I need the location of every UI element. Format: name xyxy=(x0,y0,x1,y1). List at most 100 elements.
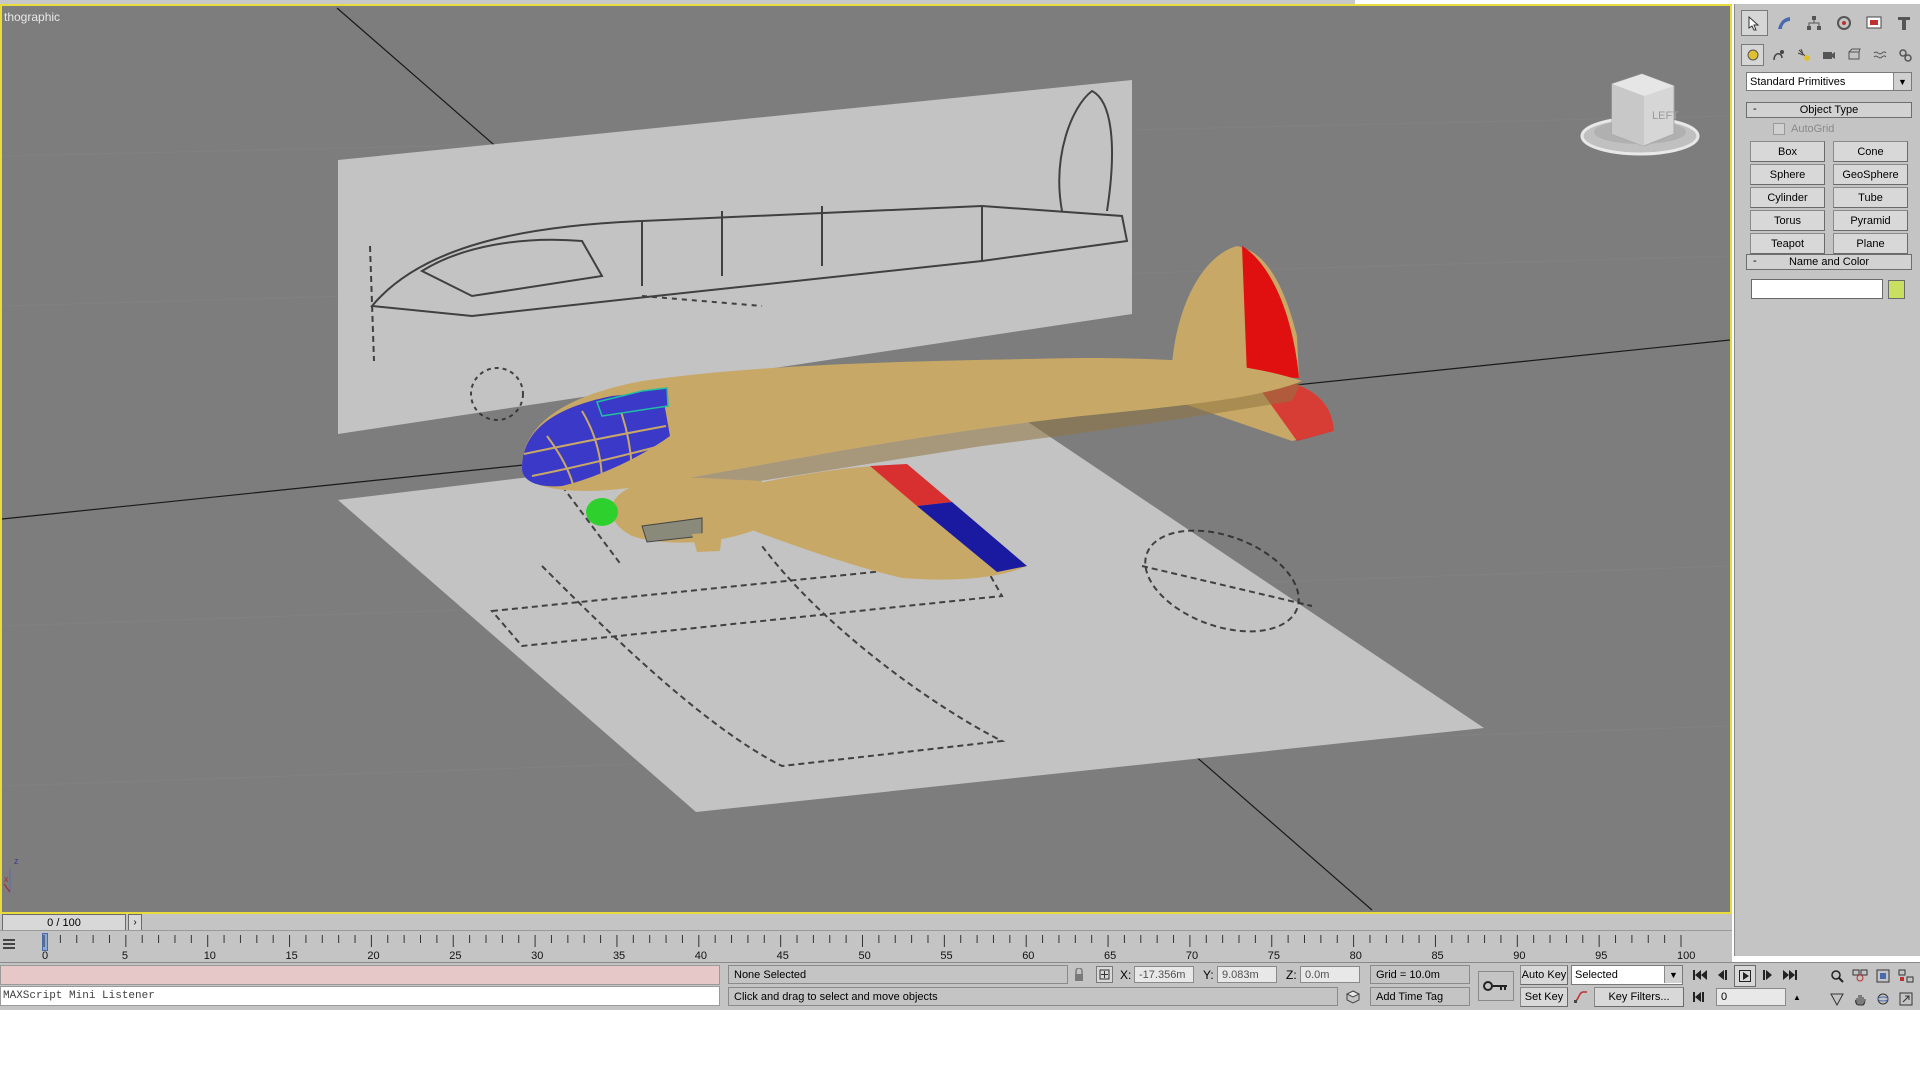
torus-button[interactable]: Torus xyxy=(1750,210,1825,231)
z-coord-field[interactable]: 0.0m xyxy=(1300,966,1360,983)
key-mode-dropdown[interactable]: Selected ▼ xyxy=(1571,965,1683,985)
command-panel-tabs xyxy=(1741,10,1917,36)
go-to-start-icon[interactable] xyxy=(1690,965,1710,985)
key-mode-toggle-icon[interactable] xyxy=(1690,988,1710,1006)
tube-button[interactable]: Tube xyxy=(1833,187,1908,208)
category-dropdown[interactable]: Standard Primitives ▼ xyxy=(1746,72,1912,91)
time-slider-label: 0 / 100 xyxy=(47,916,81,929)
axis-tripod: z x xyxy=(3,856,19,893)
collapse-icon: - xyxy=(1753,255,1757,267)
prompt-line: Click and drag to select and move object… xyxy=(728,987,1338,1006)
set-key-icon[interactable] xyxy=(1478,971,1514,1001)
name-and-color-rollout-header[interactable]: - Name and Color xyxy=(1746,254,1912,270)
track-bar-tick-label: 85 xyxy=(1431,950,1443,962)
pyramid-button[interactable]: Pyramid xyxy=(1833,210,1908,231)
previous-frame-icon[interactable] xyxy=(1712,965,1732,985)
geosphere-button[interactable]: GeoSphere xyxy=(1833,164,1908,185)
teapot-button[interactable]: Teapot xyxy=(1750,233,1825,254)
create-subtabs xyxy=(1741,44,1917,66)
track-bar-tick-label: 70 xyxy=(1186,950,1198,962)
x-coord-label: X: xyxy=(1120,968,1132,982)
geometry-icon[interactable] xyxy=(1741,44,1765,66)
track-bar-tick-label: 100 xyxy=(1677,950,1695,962)
utilities-icon[interactable] xyxy=(1890,10,1917,36)
track-bar-tick-label: 75 xyxy=(1268,950,1280,962)
object-name-field[interactable] xyxy=(1751,279,1883,299)
time-tag-icon[interactable] xyxy=(1344,988,1362,1006)
box-button[interactable]: Box xyxy=(1750,141,1825,162)
orbit-icon[interactable] xyxy=(1872,988,1893,1009)
autogrid-row: AutoGrid xyxy=(1773,121,1903,137)
cameras-icon[interactable] xyxy=(1817,44,1840,66)
track-bar-tick-label: 50 xyxy=(859,950,871,962)
track-bar-tick-label: 65 xyxy=(1104,950,1116,962)
add-time-tag-button[interactable]: Add Time Tag xyxy=(1370,987,1470,1006)
pointer-icon[interactable] xyxy=(1741,10,1768,36)
key-filters-button[interactable]: Key Filters... xyxy=(1594,987,1684,1007)
key-tangent-icon[interactable] xyxy=(1571,988,1591,1006)
svg-text:x: x xyxy=(4,874,9,884)
y-coord-field[interactable]: 9.083m xyxy=(1217,966,1277,983)
spacewarps-icon[interactable] xyxy=(1868,44,1891,66)
time-slider[interactable]: 0 / 100 xyxy=(2,914,126,931)
propeller-spinner[interactable] xyxy=(586,498,618,526)
track-bar-tick-label: 45 xyxy=(777,950,789,962)
sphere-button[interactable]: Sphere xyxy=(1750,164,1825,185)
shapes-icon[interactable] xyxy=(1766,44,1789,66)
systems-icon[interactable] xyxy=(1894,44,1917,66)
track-bar-tick-label: 95 xyxy=(1595,950,1607,962)
playback-controls xyxy=(1690,965,1800,987)
track-bar-tick-label: 55 xyxy=(940,950,952,962)
track-bar[interactable]: 0 5 10 15 20 25 30 35 40 45 50 55 60 65 70 75 80 85 90 95 10… xyxy=(0,930,1732,962)
frame-spinner-icon[interactable]: ▲ xyxy=(1790,988,1804,1006)
cone-button[interactable]: Cone xyxy=(1833,141,1908,162)
track-bar-tick-label: 10 xyxy=(204,950,216,962)
plane-button[interactable]: Plane xyxy=(1833,233,1908,254)
maxscript-mini-listener[interactable]: MAXScript Mini Listener xyxy=(0,986,720,1006)
track-bar-tick-label: 90 xyxy=(1513,950,1525,962)
current-frame-field[interactable]: 0 xyxy=(1716,988,1786,1006)
track-bar-tick-label: 40 xyxy=(695,950,707,962)
z-coord-label: Z: xyxy=(1286,968,1297,982)
viewport-scene: LEFT z x xyxy=(2,7,1730,911)
key-mode-value: Selected xyxy=(1575,969,1618,981)
next-frame-arrow-icon[interactable]: › xyxy=(128,914,142,931)
perspective-viewport[interactable]: thographic LEFT z x xyxy=(0,4,1732,914)
object-type-title: Object Type xyxy=(1799,104,1859,116)
go-to-end-icon[interactable] xyxy=(1780,965,1800,985)
selection-status: None Selected xyxy=(728,965,1068,984)
maximize-viewport-icon[interactable] xyxy=(1895,988,1916,1009)
helpers-icon[interactable] xyxy=(1843,44,1866,66)
zoom-all-icon[interactable] xyxy=(1849,965,1870,986)
cylinder-button[interactable]: Cylinder xyxy=(1750,187,1825,208)
object-type-buttons: Box Cone Sphere GeoSphere Cylinder Tube … xyxy=(1750,141,1908,254)
rudder[interactable] xyxy=(1242,246,1299,378)
next-frame-icon[interactable] xyxy=(1758,965,1778,985)
x-coord-field[interactable]: -17.356m xyxy=(1134,966,1194,983)
zoom-extents-all-icon[interactable] xyxy=(1895,965,1916,986)
lights-icon[interactable] xyxy=(1792,44,1815,66)
track-bar-tick-label: 15 xyxy=(286,950,298,962)
autogrid-label: AutoGrid xyxy=(1791,123,1835,135)
absolute-mode-icon[interactable] xyxy=(1096,966,1113,983)
track-bar-tick-label: 80 xyxy=(1350,950,1362,962)
set-key-button[interactable]: Set Key xyxy=(1520,987,1568,1007)
maxscript-output-line[interactable] xyxy=(0,965,720,985)
display-icon[interactable] xyxy=(1860,10,1887,36)
lock-selection-icon[interactable] xyxy=(1070,966,1088,984)
track-bar-tick-label: 5 xyxy=(122,950,128,962)
field-of-view-icon[interactable] xyxy=(1826,988,1847,1009)
category-dropdown-value: Standard Primitives xyxy=(1750,75,1846,88)
zoom-icon[interactable] xyxy=(1826,965,1847,986)
motion-icon[interactable] xyxy=(1830,10,1857,36)
viewcube[interactable]: LEFT xyxy=(1580,73,1700,156)
pan-view-icon[interactable] xyxy=(1849,988,1870,1009)
play-icon[interactable] xyxy=(1734,965,1756,987)
object-type-rollout-header[interactable]: - Object Type xyxy=(1746,102,1912,118)
zoom-extents-icon[interactable] xyxy=(1872,965,1893,986)
modify-icon[interactable] xyxy=(1771,10,1798,36)
auto-key-button[interactable]: Auto Key xyxy=(1520,965,1568,985)
hierarchy-icon[interactable] xyxy=(1801,10,1828,36)
autogrid-checkbox[interactable] xyxy=(1773,123,1785,135)
object-color-swatch[interactable] xyxy=(1888,280,1905,299)
